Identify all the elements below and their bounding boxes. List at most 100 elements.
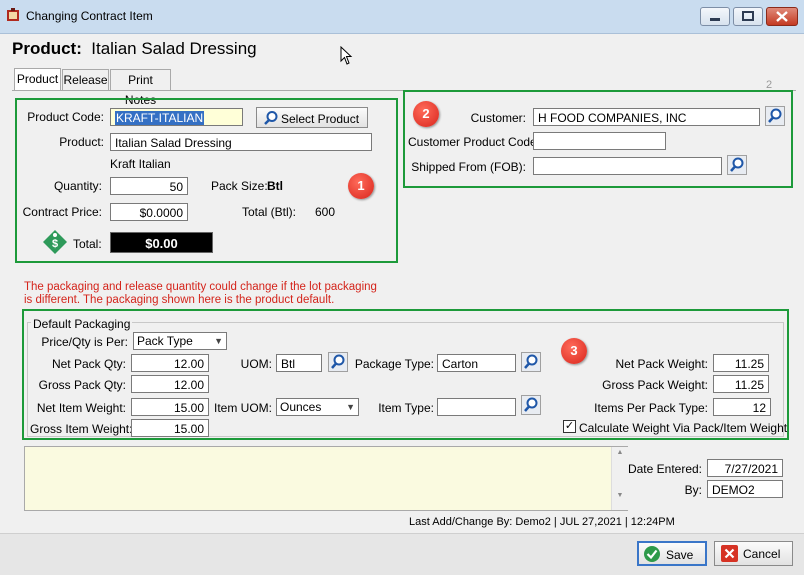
total-label: Total: (73, 237, 102, 251)
shipped-from-label: Shipped From (FOB): (411, 160, 526, 174)
product-code-value: KRAFT-ITALIAN (115, 111, 205, 125)
gross-item-weight-label: Gross Item Weight: (30, 422, 133, 436)
heading-colon: : (76, 39, 82, 58)
search-icon (524, 397, 538, 412)
net-pack-weight-label: Net Pack Weight: (615, 357, 708, 371)
mouse-cursor-icon (340, 46, 353, 65)
window-title: Changing Contract Item (26, 9, 153, 23)
search-icon (264, 111, 278, 125)
heading-label: Product (12, 39, 77, 58)
page-heading: Product: Italian Salad Dressing (12, 39, 257, 59)
chevron-down-icon: ▼ (214, 336, 223, 346)
gross-pack-weight-label: Gross Pack Weight: (602, 378, 708, 392)
scroll-down-icon: ▼ (616, 492, 624, 499)
save-label: Save (666, 548, 694, 562)
net-pack-weight-input[interactable]: 11.25 (713, 354, 769, 372)
cancel-button[interactable]: Cancel (714, 541, 793, 566)
by-label: By: (684, 483, 702, 497)
tab-release[interactable]: Release (62, 69, 109, 91)
fob-search-button[interactable] (727, 155, 747, 175)
item-uom-select[interactable]: Ounces ▼ (276, 398, 359, 416)
price-tag-icon: $ (43, 230, 67, 254)
last-change-text: Last Add/Change By: Demo2 | JUL 27,2021 … (409, 516, 675, 528)
total-value: $0.00 (110, 232, 213, 253)
product-code-label: Product Code: (27, 110, 104, 124)
search-icon (524, 354, 538, 369)
notes-scrollbar[interactable]: ▲ ▼ (611, 447, 628, 510)
item-type-label: Item Type: (378, 401, 434, 415)
contract-price-input[interactable]: $0.0000 (110, 203, 188, 221)
price-qty-per-value: Pack Type (137, 334, 193, 348)
price-qty-per-label: Price/Qty is Per: (41, 335, 128, 349)
net-pack-qty-input[interactable]: 12.00 (131, 354, 209, 372)
customer-search-button[interactable] (765, 106, 785, 126)
pack-size-label: Pack Size: (211, 179, 268, 193)
gross-pack-qty-label: Gross Pack Qty: (38, 378, 126, 392)
packaging-legend: Default Packaging (31, 317, 133, 331)
customer-product-code-label: Customer Product Code: (408, 135, 541, 149)
cancel-icon (721, 545, 738, 562)
uom-label: UOM: (240, 357, 272, 371)
maximize-icon (742, 11, 754, 21)
net-item-weight-label: Net Item Weight: (36, 401, 126, 415)
maximize-button[interactable] (733, 7, 763, 26)
select-product-label: Select Product (281, 112, 360, 126)
package-type-label: Package Type: (354, 357, 434, 371)
svg-text:$: $ (52, 238, 58, 250)
quantity-input[interactable]: 50 (110, 177, 188, 195)
pack-size-value: Btl (267, 179, 283, 193)
item-uom-label: Item UOM: (213, 401, 272, 415)
items-per-pack-input[interactable]: 12 (713, 398, 771, 416)
callout-badge-3: 3 (561, 338, 587, 364)
package-type-search-button[interactable] (521, 352, 541, 372)
net-pack-qty-label: Net Pack Qty: (51, 357, 126, 371)
callout-badge-1: 1 (348, 173, 374, 199)
gross-pack-qty-input[interactable]: 12.00 (131, 375, 209, 393)
net-item-weight-input[interactable]: 15.00 (131, 398, 209, 416)
search-icon (768, 108, 782, 123)
product-name-input[interactable]: Italian Salad Dressing (110, 133, 372, 151)
item-type-search-button[interactable] (521, 395, 541, 415)
close-button[interactable] (766, 7, 798, 26)
brand-text: Kraft Italian (110, 157, 171, 171)
heading-value: Italian Salad Dressing (91, 39, 257, 58)
select-product-button[interactable]: Select Product (256, 107, 368, 128)
notes-textarea[interactable] (24, 446, 628, 511)
tab-release-label: Release (63, 73, 108, 87)
close-icon (776, 11, 788, 22)
date-entered-label: Date Entered: (627, 462, 702, 476)
customer-product-code-input[interactable] (533, 132, 666, 150)
by-input[interactable]: DEMO2 (707, 480, 783, 498)
quantity-label: Quantity: (53, 179, 102, 193)
date-entered-input[interactable]: 7/27/2021 (707, 459, 783, 477)
search-icon (730, 157, 744, 172)
item-type-input[interactable] (437, 398, 516, 416)
save-button[interactable]: Save (637, 541, 707, 566)
cancel-label: Cancel (743, 547, 781, 561)
gross-pack-weight-input[interactable]: 11.25 (713, 375, 769, 393)
app-icon (6, 8, 20, 22)
product-label: Product: (59, 135, 104, 149)
uom-search-button[interactable] (328, 352, 348, 372)
contract-price-label: Contract Price: (22, 205, 102, 219)
total-btl-label: Total (Btl): (242, 205, 297, 219)
calc-weight-label: Calculate Weight Via Pack/Item Weight (579, 421, 788, 435)
item-uom-value: Ounces (280, 400, 322, 414)
items-per-pack-label: Items Per Pack Type: (594, 401, 708, 415)
uom-input[interactable]: Btl (276, 354, 322, 372)
tab-print-notes[interactable]: Print Notes (110, 69, 171, 107)
gross-item-weight-input[interactable]: 15.00 (131, 419, 209, 437)
tab-product[interactable]: Product (14, 68, 61, 91)
callout-badge-2: 2 (413, 101, 439, 127)
price-qty-per-select[interactable]: Pack Type ▼ (133, 332, 227, 350)
checkmark-icon (644, 546, 660, 562)
minimize-button[interactable] (700, 7, 730, 26)
tab-product-label: Product (16, 72, 59, 86)
calc-weight-checkbox[interactable]: ✓ (563, 420, 576, 433)
product-code-input[interactable]: KRAFT-ITALIAN (110, 108, 243, 126)
customer-input[interactable]: H FOOD COMPANIES, INC (533, 108, 760, 126)
scroll-up-icon: ▲ (616, 449, 624, 456)
shipped-from-input[interactable] (533, 157, 722, 175)
search-icon (331, 354, 345, 369)
package-type-input[interactable]: Carton (437, 354, 516, 372)
